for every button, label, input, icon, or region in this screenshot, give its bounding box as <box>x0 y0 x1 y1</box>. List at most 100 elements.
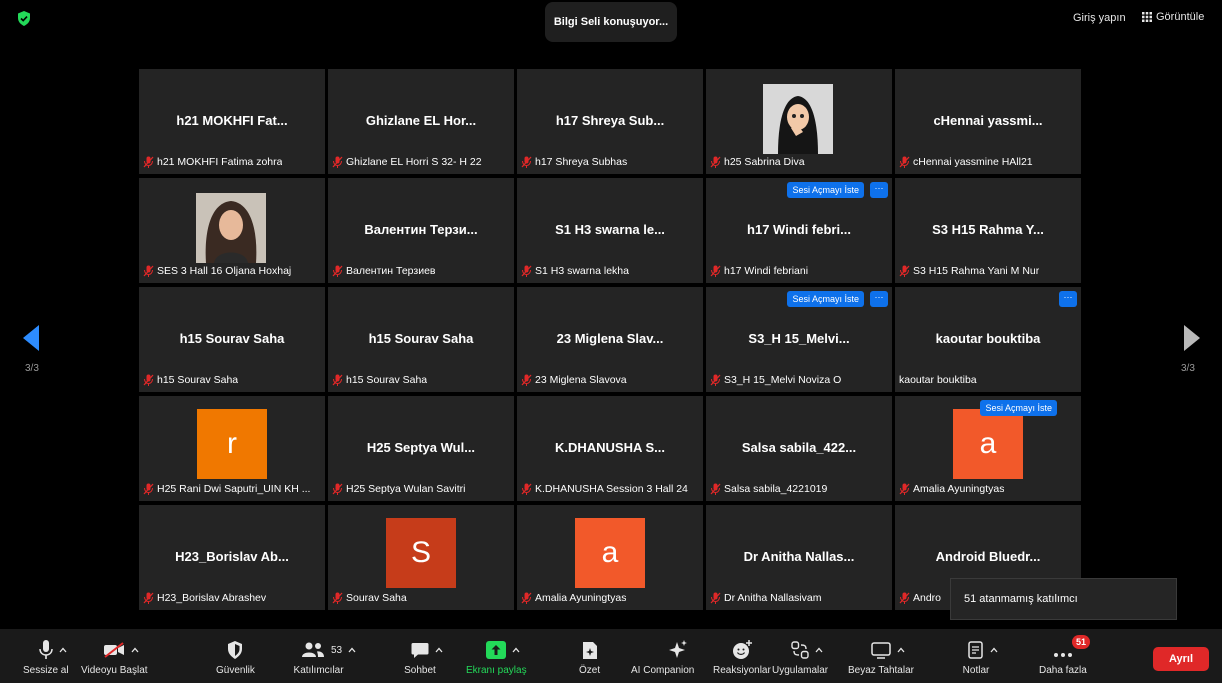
participant-name-text: kaoutar bouktiba <box>899 374 977 386</box>
participant-tile[interactable]: 23 Miglena Slav... 23 Miglena Slavova <box>517 287 703 392</box>
participant-name-label: K.DHANUSHA Session 3 Hall 24 <box>521 481 688 497</box>
muted-microphone-icon <box>332 374 343 386</box>
apps-button[interactable]: Uygulamalar <box>772 629 828 683</box>
share-screen-button[interactable]: Ekranı paylaş <box>466 629 527 683</box>
chat-button[interactable]: Sohbet <box>404 629 443 683</box>
chevron-up-icon[interactable] <box>990 647 998 653</box>
participant-tile[interactable]: H23_Borislav Ab... H23_Borislav Abrashev <box>139 505 325 610</box>
ai-companion-button[interactable]: AI Companion <box>631 629 694 683</box>
more-notification-badge: 51 <box>1072 635 1091 649</box>
participant-name-text: H23_Borislav Abrashev <box>157 592 267 604</box>
chevron-up-icon[interactable] <box>59 647 67 653</box>
participant-tile[interactable]: Валентин Терзи... Валентин Терзиев <box>328 178 514 283</box>
participant-tile[interactable]: h15 Sourav Saha h15 Sourav Saha <box>328 287 514 392</box>
participant-tile[interactable]: Dr Anitha Nallas... Dr Anitha Nallasivam <box>706 505 892 610</box>
participant-tile[interactable]: a Amalia Ayuningtyas <box>517 505 703 610</box>
leave-meeting-button[interactable]: Ayrıl <box>1153 647 1209 671</box>
active-speaker-banner: Bilgi Seli konuşuyor... <box>545 2 677 42</box>
participant-tile[interactable]: H25 Septya Wul... H25 Septya Wulan Savitr… <box>328 396 514 501</box>
participant-tile[interactable]: Ghizlane EL Hor... Ghizlane EL Horri S 32… <box>328 69 514 174</box>
chat-bubble-icon <box>411 642 429 658</box>
participant-display-name: h21 MOKHFI Fat... <box>176 113 288 128</box>
participant-tile[interactable]: kaoutar bouktiba ··· kaoutar bouktiba <box>895 287 1081 392</box>
shield-check-icon[interactable] <box>17 11 31 26</box>
tile-more-options-button[interactable]: ··· <box>870 182 888 198</box>
whiteboards-label: Beyaz Tahtalar <box>848 665 914 676</box>
chevron-up-icon[interactable] <box>435 647 443 653</box>
participant-tile[interactable]: S Sourav Saha <box>328 505 514 610</box>
meeting-toolbar: Sessize al Videoyu Başlat Güvenlik 53 Ka… <box>0 629 1222 683</box>
security-button[interactable]: Güvenlik <box>216 629 255 683</box>
reactions-button[interactable]: Reaksiyonlar <box>713 629 771 683</box>
participant-tile[interactable]: cHennai yassmi... cHennai yassmine HAll21 <box>895 69 1081 174</box>
participant-tile[interactable]: h17 Shreya Sub... h17 Shreya Subhas <box>517 69 703 174</box>
chevron-up-icon[interactable] <box>512 647 520 653</box>
participant-name-text: h25 Sabrina Diva <box>724 156 805 168</box>
chevron-up-icon[interactable] <box>348 647 356 653</box>
summary-button[interactable]: Özet <box>579 629 600 683</box>
participant-tile[interactable]: SES 3 Hall 16 Oljana Hoxhaj <box>139 178 325 283</box>
participant-display-name: kaoutar bouktiba <box>935 331 1041 346</box>
chevron-up-icon[interactable] <box>815 647 823 653</box>
ask-to-unmute-button[interactable]: Sesi Açmayı İste <box>980 400 1057 416</box>
next-page-arrow-icon[interactable] <box>1184 325 1200 351</box>
muted-microphone-icon <box>143 374 154 386</box>
participant-name-text: SES 3 Hall 16 Oljana Hoxhaj <box>157 265 292 277</box>
participant-tile[interactable]: h21 MOKHFI Fat... h21 MOKHFI Fatima zohra <box>139 69 325 174</box>
participant-tile[interactable]: S1 H3 swarna le... S1 H3 swarna lekha <box>517 178 703 283</box>
participants-button[interactable]: 53 Katılımcılar <box>294 629 356 683</box>
summary-document-icon <box>582 641 597 659</box>
participant-name-text: Andro <box>913 592 942 604</box>
chevron-up-icon[interactable] <box>897 647 905 653</box>
participant-tile[interactable]: h17 Windi febri... Sesi Açmayı İste ··· h17… <box>706 178 892 283</box>
notes-button[interactable]: Notlar <box>963 629 998 683</box>
tile-more-options-button[interactable]: ··· <box>1059 291 1077 307</box>
participant-display-name: Android Bluedr... <box>935 549 1041 564</box>
tile-more-options-button[interactable]: ··· <box>870 291 888 307</box>
participant-name-label: Amalia Ayuningtyas <box>899 481 1004 497</box>
participant-tile[interactable]: h15 Sourav Saha h15 Sourav Saha <box>139 287 325 392</box>
participant-tile[interactable]: K.DHANUSHA S... K.DHANUSHA Session 3 Hall… <box>517 396 703 501</box>
apps-icon <box>791 641 809 659</box>
participant-display-name: Ghizlane EL Hor... <box>365 113 477 128</box>
participant-display-name: H23_Borislav Ab... <box>175 549 289 564</box>
participant-tile[interactable]: r H25 Rani Dwi Saputri_UIN KH ... <box>139 396 325 501</box>
whiteboards-button[interactable]: Beyaz Tahtalar <box>848 629 914 683</box>
chat-label: Sohbet <box>404 665 436 676</box>
muted-microphone-icon <box>710 592 721 604</box>
participants-icon <box>302 642 324 657</box>
ask-to-unmute-button[interactable]: Sesi Açmayı İste <box>787 291 864 307</box>
participant-tile[interactable]: Salsa sabila_422... Salsa sabila_4221019 <box>706 396 892 501</box>
security-label: Güvenlik <box>216 665 255 676</box>
more-button[interactable]: Daha fazla 51 <box>1039 629 1091 683</box>
page-indicator-right: 3/3 <box>1181 363 1195 374</box>
participant-display-name: h15 Sourav Saha <box>179 331 285 346</box>
start-video-label: Videoyu Başlat <box>81 665 148 676</box>
participant-tile[interactable]: S3 H15 Rahma Y... S3 H15 Rahma Yani M Nur <box>895 178 1081 283</box>
participant-display-name: h17 Shreya Sub... <box>555 113 665 128</box>
muted-microphone-icon <box>143 265 154 277</box>
participant-name-label: 23 Miglena Slavova <box>521 372 627 388</box>
participant-name-label: S3_H 15_Melvi Noviza O <box>710 372 841 388</box>
muted-microphone-icon <box>332 156 343 168</box>
smiley-plus-icon <box>732 640 752 659</box>
chevron-up-icon[interactable] <box>131 647 139 653</box>
sign-in-link[interactable]: Giriş yapın <box>1073 12 1126 24</box>
participant-photo <box>763 84 833 154</box>
participant-display-name: Dr Anitha Nallas... <box>743 549 855 564</box>
mute-label: Sessize al <box>23 665 69 676</box>
start-video-button[interactable]: Videoyu Başlat <box>81 629 148 683</box>
mute-button[interactable]: Sessize al <box>23 629 69 683</box>
view-button[interactable]: Görüntüle <box>1142 11 1204 23</box>
participants-label: Katılımcılar <box>293 665 344 676</box>
participant-display-name: H25 Septya Wul... <box>366 440 476 455</box>
previous-page-arrow-icon[interactable] <box>23 325 39 351</box>
participant-name-label: h15 Sourav Saha <box>332 372 427 388</box>
participant-name-label: H25 Rani Dwi Saputri_UIN KH ... <box>143 481 310 497</box>
ask-to-unmute-button[interactable]: Sesi Açmayı İste <box>787 182 864 198</box>
participant-tile[interactable]: h25 Sabrina Diva <box>706 69 892 174</box>
participant-name-label: h17 Shreya Subhas <box>521 154 627 170</box>
participant-tile[interactable]: S3_H 15_Melvi... Sesi Açmayı İste ··· S3_H … <box>706 287 892 392</box>
participant-tile[interactable]: a Sesi Açmayı İste Amalia Ayuningtyas <box>895 396 1081 501</box>
participant-name-text: H25 Septya Wulan Savitri <box>346 483 466 495</box>
